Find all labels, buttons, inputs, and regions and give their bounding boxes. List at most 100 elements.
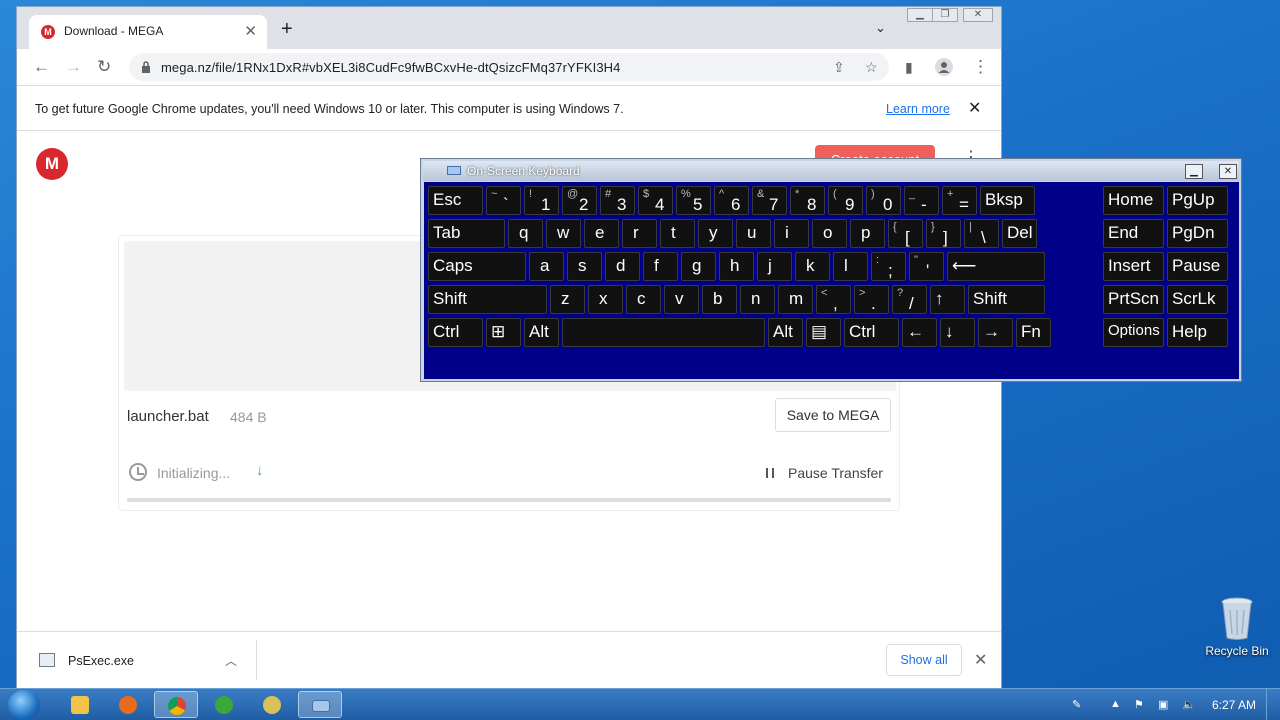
key-7[interactable]: & 7 [752, 186, 787, 215]
key-r[interactable]: r [622, 219, 657, 248]
key-a[interactable]: a [529, 252, 564, 281]
side-panel-icon[interactable]: ▮ [905, 59, 913, 76]
key-v[interactable]: v [664, 285, 699, 314]
forward-icon[interactable]: → [65, 57, 82, 77]
taskbar-explorer[interactable] [58, 691, 102, 718]
key-t[interactable]: t [660, 219, 695, 248]
tab-search-chevron-icon[interactable]: ⌄ [875, 20, 886, 36]
key-m[interactable]: m [778, 285, 813, 314]
key-space[interactable] [562, 318, 765, 347]
key-d[interactable]: d [605, 252, 640, 281]
key-c[interactable]: c [626, 285, 661, 314]
key-o[interactable]: o [812, 219, 847, 248]
taskbar-app-green[interactable] [202, 691, 246, 718]
show-all-button[interactable]: Show all [886, 644, 962, 676]
key-s[interactable]: s [567, 252, 602, 281]
key-win[interactable]: ⊞ [486, 318, 521, 347]
key-5[interactable]: % 5 [676, 186, 711, 215]
infobar-close-icon[interactable]: ✕ [968, 98, 981, 118]
key-q[interactable]: q [508, 219, 543, 248]
key-up[interactable]: ↑ [930, 285, 965, 314]
key-tab[interactable]: Tab [428, 219, 505, 248]
osk-titlebar[interactable]: On-Screen Keyboard ▁ ✕ [423, 161, 1239, 181]
key-j[interactable]: j [757, 252, 792, 281]
osk-close-icon[interactable]: ✕ [1219, 164, 1237, 179]
key-lshift[interactable]: Shift [428, 285, 547, 314]
key-y[interactable]: y [698, 219, 733, 248]
save-to-mega-button[interactable]: Save to MEGA [775, 398, 891, 432]
profile-icon[interactable] [935, 58, 953, 81]
share-icon[interactable]: ⇪ [833, 59, 845, 76]
key-prtscn[interactable]: PrtScn [1103, 285, 1164, 314]
key-k[interactable]: k [795, 252, 830, 281]
back-icon[interactable]: ← [33, 57, 50, 77]
key-w[interactable]: w [546, 219, 581, 248]
taskbar-osk[interactable] [298, 691, 342, 718]
network-icon[interactable]: ▣ [1158, 698, 1172, 712]
key-n[interactable]: n [740, 285, 775, 314]
menu-kebab-icon[interactable]: ⋮ [972, 57, 989, 77]
key-equals[interactable]: + = [942, 186, 977, 215]
key-period[interactable]: >. [854, 285, 889, 314]
key-pgdn[interactable]: PgDn [1167, 219, 1228, 248]
show-hidden-icons[interactable]: ▲ [1110, 698, 1124, 712]
key-esc[interactable]: Esc [428, 186, 483, 215]
volume-icon[interactable]: 🔈 [1182, 698, 1196, 712]
key-rctrl[interactable]: Ctrl [844, 318, 899, 347]
taskbar-firefox[interactable] [106, 691, 150, 718]
tab-close-icon[interactable]: ✕ [244, 22, 257, 40]
download-item-name[interactable]: PsExec.exe [68, 654, 134, 668]
key-enter[interactable]: ⟵ [947, 252, 1045, 281]
key-8[interactable]: * 8 [790, 186, 825, 215]
window-close-icon[interactable]: ✕ [963, 8, 993, 22]
start-button[interactable] [8, 690, 40, 720]
key-3[interactable]: #3 [600, 186, 635, 215]
key-lbracket[interactable]: {[ [888, 219, 923, 248]
key-semicolon[interactable]: :; [871, 252, 906, 281]
key-x[interactable]: x [588, 285, 623, 314]
key-fn[interactable]: Fn [1016, 318, 1051, 347]
key-p[interactable]: p [850, 219, 885, 248]
key-comma[interactable]: <, [816, 285, 851, 314]
key-l[interactable]: l [833, 252, 868, 281]
minimize-icon[interactable]: ▁ [907, 8, 933, 22]
key-pgup[interactable]: PgUp [1167, 186, 1228, 215]
reload-icon[interactable]: ↻ [97, 57, 111, 77]
action-center-icon[interactable]: ✎ [1072, 698, 1086, 712]
address-bar[interactable]: mega.nz/file/1RNx1DxR#vbXEL3i8CudFc9fwBC… [129, 53, 889, 81]
key-1[interactable]: ! 1 [524, 186, 559, 215]
key-0[interactable]: ) 0 [866, 186, 901, 215]
key-e[interactable]: e [584, 219, 619, 248]
key-backspace[interactable]: Bksp [980, 186, 1035, 215]
recycle-bin[interactable]: Recycle Bin [1203, 596, 1271, 658]
key-lalt[interactable]: Alt [524, 318, 559, 347]
key-ralt[interactable]: Alt [768, 318, 803, 347]
key-left[interactable]: ← [902, 318, 937, 347]
learn-more-link[interactable]: Learn more [886, 102, 950, 116]
key-slash[interactable]: ? / [892, 285, 927, 314]
key-z[interactable]: z [550, 285, 585, 314]
flag-icon[interactable]: ⚑ [1134, 698, 1148, 712]
new-tab-icon[interactable]: + [281, 18, 293, 41]
pause-icon[interactable] [766, 468, 774, 478]
key-help[interactable]: Help [1167, 318, 1228, 347]
clock-time[interactable]: 6:27 AM [1212, 698, 1256, 712]
key-end[interactable]: End [1103, 219, 1164, 248]
tab-download-mega[interactable]: M Download - MEGA ✕ [29, 15, 267, 49]
key-lctrl[interactable]: Ctrl [428, 318, 483, 347]
key-scrlk[interactable]: ScrLk [1167, 285, 1228, 314]
key-options[interactable]: Options [1103, 318, 1164, 347]
key-del[interactable]: Del [1002, 219, 1037, 248]
key-6[interactable]: ^ 6 [714, 186, 749, 215]
key-backslash[interactable]: | \ [964, 219, 999, 248]
key-pause[interactable]: Pause [1167, 252, 1228, 281]
pause-transfer-button[interactable]: Pause Transfer [788, 465, 883, 481]
key-rbracket[interactable]: }] [926, 219, 961, 248]
key-i[interactable]: i [774, 219, 809, 248]
key-insert[interactable]: Insert [1103, 252, 1164, 281]
chevron-up-icon[interactable]: ︿ [225, 652, 237, 669]
key-g[interactable]: g [681, 252, 716, 281]
mega-logo[interactable]: M [36, 148, 68, 180]
key-down[interactable]: ↓ [940, 318, 975, 347]
taskbar-chrome[interactable] [154, 691, 198, 718]
